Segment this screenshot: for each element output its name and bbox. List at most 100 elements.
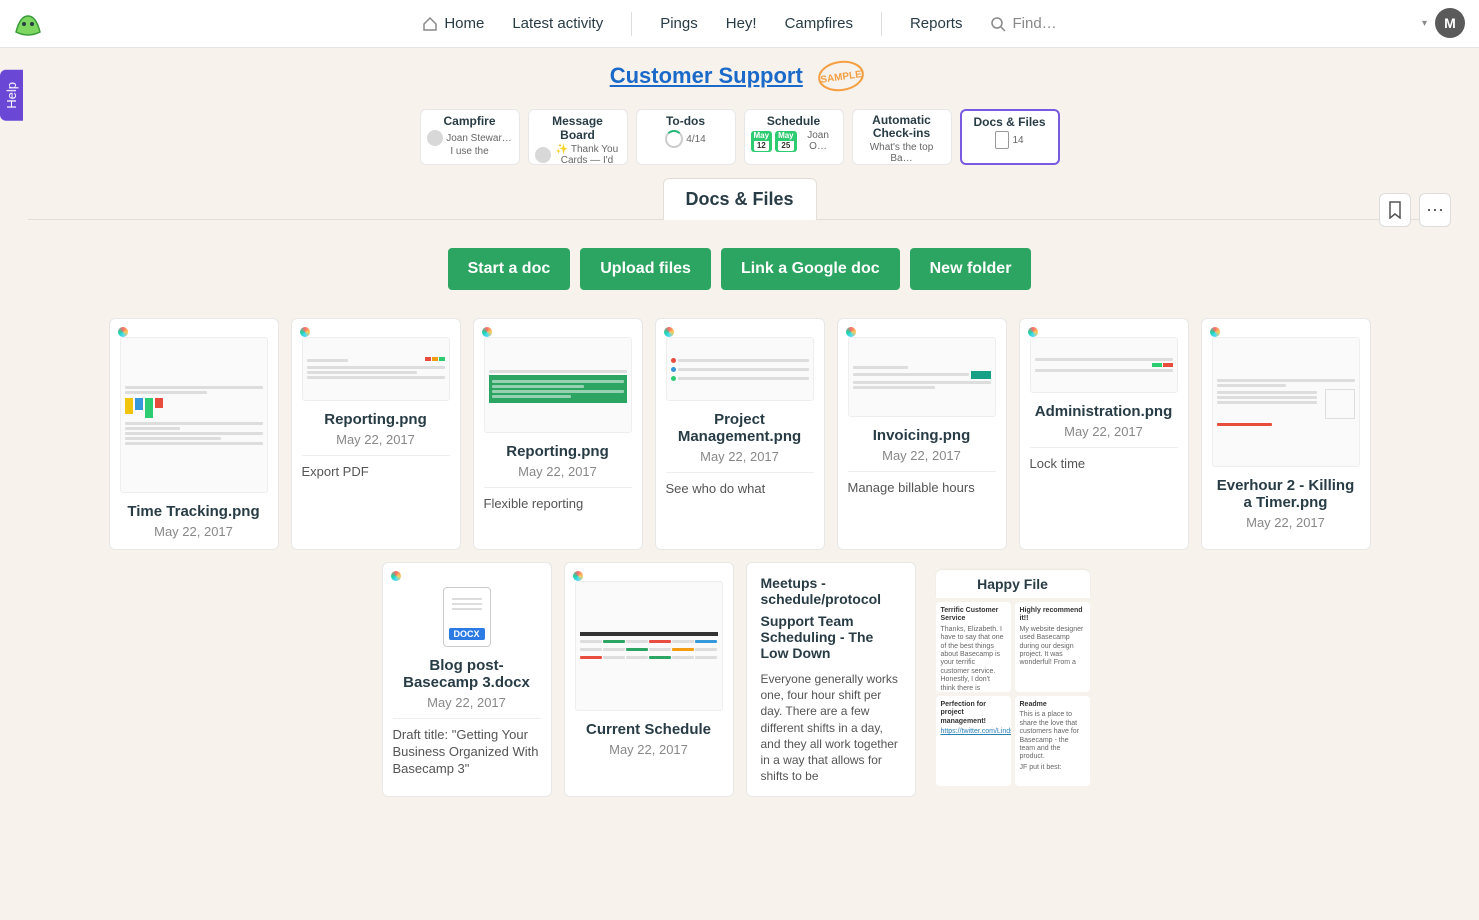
file-description: Flexible reporting bbox=[484, 496, 632, 513]
avatar-icon bbox=[535, 147, 551, 163]
document-card[interactable]: Meetups - schedule/protocol Support Team… bbox=[746, 562, 916, 797]
file-card[interactable]: Reporting.png May 22, 2017 Flexible repo… bbox=[473, 318, 643, 550]
file-date: May 22, 2017 bbox=[120, 524, 268, 539]
file-name: Administration.png bbox=[1030, 403, 1178, 420]
sample-stamp: SAMPLE bbox=[813, 58, 869, 99]
file-name: Everhour 2 - Killing a Timer.png bbox=[1212, 477, 1360, 511]
folder-item: Terrific Customer Service Thanks, Elizab… bbox=[936, 602, 1011, 692]
file-name: Current Schedule bbox=[575, 721, 723, 738]
file-name: Reporting.png bbox=[484, 443, 632, 460]
app-logo[interactable] bbox=[10, 6, 46, 42]
file-date: May 22, 2017 bbox=[575, 742, 723, 757]
file-card[interactable]: Invoicing.png May 22, 2017 Manage billab… bbox=[837, 318, 1007, 550]
nav-campfires[interactable]: Campfires bbox=[785, 15, 853, 32]
calendar-icon: May12 bbox=[751, 131, 773, 152]
file-name: Invoicing.png bbox=[848, 427, 996, 444]
file-thumbnail bbox=[1030, 337, 1178, 393]
svg-text:SAMPLE: SAMPLE bbox=[820, 69, 863, 86]
nav-separator bbox=[881, 12, 882, 36]
nav-pings[interactable]: Pings bbox=[660, 15, 698, 32]
file-card[interactable]: Administration.png May 22, 2017 Lock tim… bbox=[1019, 318, 1189, 550]
file-name: Time Tracking.png bbox=[120, 503, 268, 520]
file-date: May 22, 2017 bbox=[848, 448, 996, 463]
section-header: Docs & Files ⋯ bbox=[28, 177, 1451, 220]
file-card[interactable]: Reporting.png May 22, 2017 Export PDF bbox=[291, 318, 461, 550]
file-description: See who do what bbox=[666, 481, 814, 498]
progress-ring-icon bbox=[665, 130, 683, 148]
nav-home[interactable]: Home bbox=[422, 15, 484, 32]
more-options-button[interactable]: ⋯ bbox=[1419, 193, 1451, 227]
file-card[interactable]: Project Management.png May 22, 2017 See … bbox=[655, 318, 825, 550]
file-description: Draft title: "Getting Your Business Orga… bbox=[393, 727, 541, 778]
file-description: Manage billable hours bbox=[848, 480, 996, 497]
file-card[interactable]: DOCX Blog post-Basecamp 3.docx May 22, 2… bbox=[382, 562, 552, 797]
new-folder-button[interactable]: New folder bbox=[910, 248, 1032, 290]
ellipsis-icon: ⋯ bbox=[1426, 200, 1444, 221]
tool-campfire[interactable]: Campfire Joan Stewar… I use the bbox=[420, 109, 520, 165]
doc-body: Everyone generally works one, four hour … bbox=[761, 671, 901, 784]
color-label-icon bbox=[118, 327, 128, 337]
file-date: May 22, 2017 bbox=[1030, 424, 1178, 439]
folder-name: Happy File bbox=[936, 570, 1090, 598]
files-row-2: DOCX Blog post-Basecamp 3.docx May 22, 2… bbox=[58, 562, 1421, 797]
nav-hey[interactable]: Hey! bbox=[726, 15, 757, 32]
project-title-link[interactable]: Customer Support bbox=[610, 63, 803, 89]
avatar-icon bbox=[427, 130, 443, 146]
file-date: May 22, 2017 bbox=[484, 464, 632, 479]
docx-icon: DOCX bbox=[443, 587, 491, 647]
action-buttons-row: Start a doc Upload files Link a Google d… bbox=[0, 220, 1479, 318]
file-thumbnail bbox=[484, 337, 632, 433]
tool-schedule[interactable]: Schedule May12 May25 Joan O… bbox=[744, 109, 844, 165]
file-name: Blog post-Basecamp 3.docx bbox=[393, 657, 541, 691]
file-card[interactable]: Everhour 2 - Killing a Timer.png May 22,… bbox=[1201, 318, 1371, 550]
tool-checkins[interactable]: Automatic Check-ins What's the top Ba… bbox=[852, 109, 952, 165]
file-date: May 22, 2017 bbox=[302, 432, 450, 447]
file-card[interactable]: Time Tracking.png May 22, 2017 bbox=[109, 318, 279, 550]
file-thumbnail bbox=[666, 337, 814, 401]
tool-todos[interactable]: To-dos 4/14 bbox=[636, 109, 736, 165]
section-tab-docs-files: Docs & Files bbox=[662, 178, 816, 220]
color-label-icon bbox=[482, 327, 492, 337]
tool-docs-files[interactable]: Docs & Files 14 bbox=[960, 109, 1060, 165]
folder-item: Readme This is a place to share the love… bbox=[1015, 696, 1090, 786]
folder-card[interactable]: Happy File Terrific Customer Service Tha… bbox=[928, 562, 1098, 797]
file-thumbnail bbox=[120, 337, 268, 493]
file-name: Project Management.png bbox=[666, 411, 814, 445]
upload-files-button[interactable]: Upload files bbox=[580, 248, 711, 290]
file-description: Lock time bbox=[1030, 456, 1178, 473]
file-date: May 22, 2017 bbox=[1212, 515, 1360, 530]
tools-row: Campfire Joan Stewar… I use the Message … bbox=[0, 105, 1479, 177]
bookmark-button[interactable] bbox=[1379, 193, 1411, 227]
file-thumbnail bbox=[575, 581, 723, 711]
file-date: May 22, 2017 bbox=[666, 449, 814, 464]
color-label-icon bbox=[573, 571, 583, 581]
color-label-icon bbox=[391, 571, 401, 581]
color-label-icon bbox=[664, 327, 674, 337]
user-avatar[interactable]: M bbox=[1435, 8, 1465, 38]
nav-latest-activity[interactable]: Latest activity bbox=[512, 15, 603, 32]
files-row-1: Time Tracking.png May 22, 2017 Reporting… bbox=[58, 318, 1421, 550]
color-label-icon bbox=[1028, 327, 1038, 337]
file-thumbnail bbox=[1212, 337, 1360, 467]
project-header: Customer Support SAMPLE bbox=[0, 48, 1479, 105]
color-label-icon bbox=[300, 327, 310, 337]
home-icon bbox=[422, 16, 438, 32]
folder-item: Highly recommend it!! My website designe… bbox=[1015, 602, 1090, 692]
search-icon bbox=[990, 16, 1006, 32]
help-tab[interactable]: Help bbox=[0, 70, 23, 121]
top-nav: Home Latest activity Pings Hey! Campfire… bbox=[0, 0, 1479, 48]
file-description: Export PDF bbox=[302, 464, 450, 481]
file-card[interactable]: Current Schedule May 22, 2017 bbox=[564, 562, 734, 797]
start-doc-button[interactable]: Start a doc bbox=[448, 248, 571, 290]
file-thumbnail bbox=[302, 337, 450, 401]
file-name: Reporting.png bbox=[302, 411, 450, 428]
nav-reports[interactable]: Reports bbox=[910, 15, 963, 32]
tool-message-board[interactable]: Message Board ✨ Thank You Cards — I'd bbox=[528, 109, 628, 165]
nav-find[interactable]: Find… bbox=[990, 15, 1056, 32]
account-menu-chevron[interactable]: ▾ bbox=[1422, 18, 1427, 29]
bookmark-icon bbox=[1388, 201, 1402, 219]
file-date: May 22, 2017 bbox=[393, 695, 541, 710]
link-google-doc-button[interactable]: Link a Google doc bbox=[721, 248, 900, 290]
doc-subtitle: Support Team Scheduling - The Low Down bbox=[761, 613, 901, 661]
document-icon bbox=[995, 131, 1009, 149]
